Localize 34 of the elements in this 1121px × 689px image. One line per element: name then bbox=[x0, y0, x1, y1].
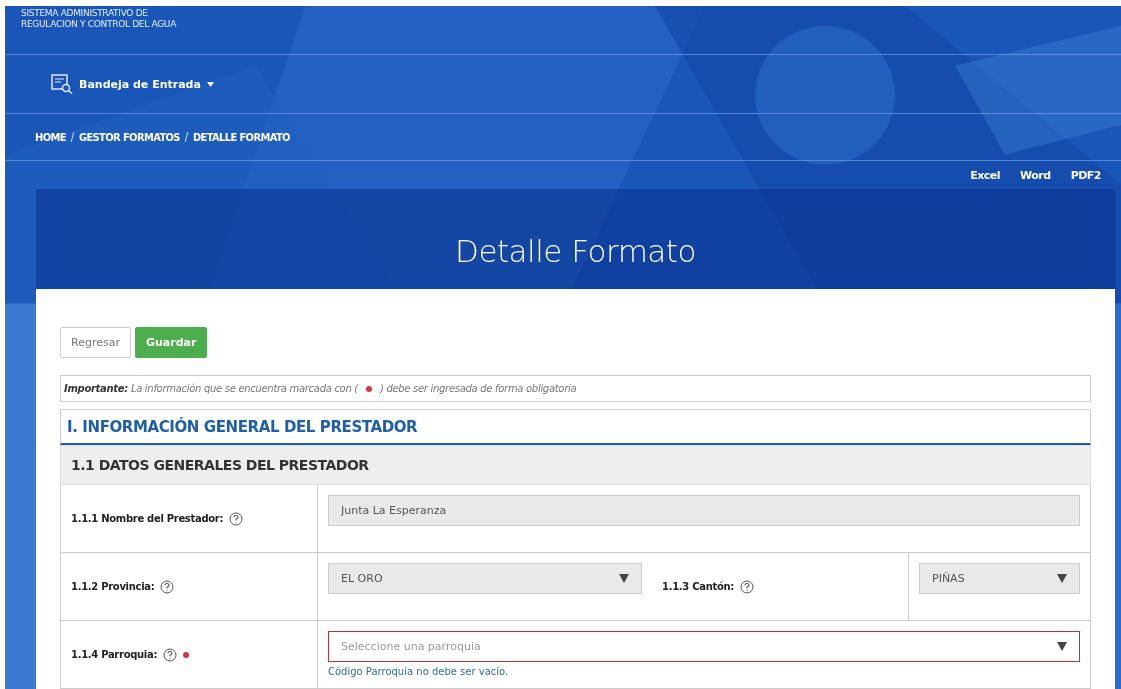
page-title: Detalle Formato bbox=[455, 233, 696, 269]
notice-text: Importante: La información que se encuentra marcada con ( bbox=[64, 383, 358, 394]
required-icon bbox=[365, 385, 372, 392]
export-link[interactable]: PDF2 bbox=[1070, 168, 1101, 182]
help-icon[interactable] bbox=[229, 511, 244, 526]
dropdown-arrow-icon bbox=[1057, 574, 1067, 583]
input-field[interactable]: Junta La Esperanza bbox=[328, 495, 1080, 526]
select-field[interactable]: EL ORO bbox=[328, 563, 642, 594]
help-icon[interactable] bbox=[160, 579, 175, 594]
breadcrumb-link[interactable]: DETALLE FORMATO bbox=[192, 130, 290, 144]
inbox-menu[interactable]: Bandeja de Entrada bbox=[51, 74, 214, 94]
field-label: 1.1.3 Cantón: bbox=[662, 581, 735, 592]
notice-text: ) debe ser ingresada de forma obligatoria bbox=[379, 383, 577, 394]
breadcrumb-link[interactable]: HOME bbox=[35, 130, 66, 144]
dropdown-arrow-icon bbox=[1057, 642, 1067, 651]
inbox-search-icon bbox=[51, 74, 73, 94]
back-button[interactable]: Regresar bbox=[60, 327, 131, 358]
system-name: REGULACION Y CONTROL DEL AGUA bbox=[21, 19, 177, 30]
system-name: SISTEMA ADMINISTRATIVO DE bbox=[21, 8, 149, 19]
field-label: 1.1.2 Provincia: bbox=[71, 581, 155, 592]
field-label: 1.1.1 Nombre del Prestador: bbox=[71, 513, 224, 524]
subsection-title: 1.1 DATOS GENERALES DEL PRESTADOR bbox=[71, 457, 369, 473]
required-icon bbox=[183, 651, 190, 658]
select-field[interactable]: PIÑAS bbox=[919, 563, 1080, 594]
breadcrumb-link[interactable]: GESTOR FORMATOS bbox=[78, 130, 180, 144]
error-message: Código Parroquia no debe ser vacío. bbox=[328, 666, 510, 677]
section-title: I. INFORMACIÓN GENERAL DEL PRESTADOR bbox=[67, 417, 418, 436]
help-icon[interactable] bbox=[740, 579, 755, 594]
export-link[interactable]: Excel bbox=[970, 168, 1000, 182]
field-label: 1.1.4 Parroquia: bbox=[71, 649, 158, 660]
dropdown-arrow-icon bbox=[619, 574, 629, 583]
help-icon[interactable] bbox=[163, 647, 178, 662]
export-link[interactable]: Word bbox=[1020, 168, 1051, 182]
caret-icon bbox=[206, 81, 214, 87]
